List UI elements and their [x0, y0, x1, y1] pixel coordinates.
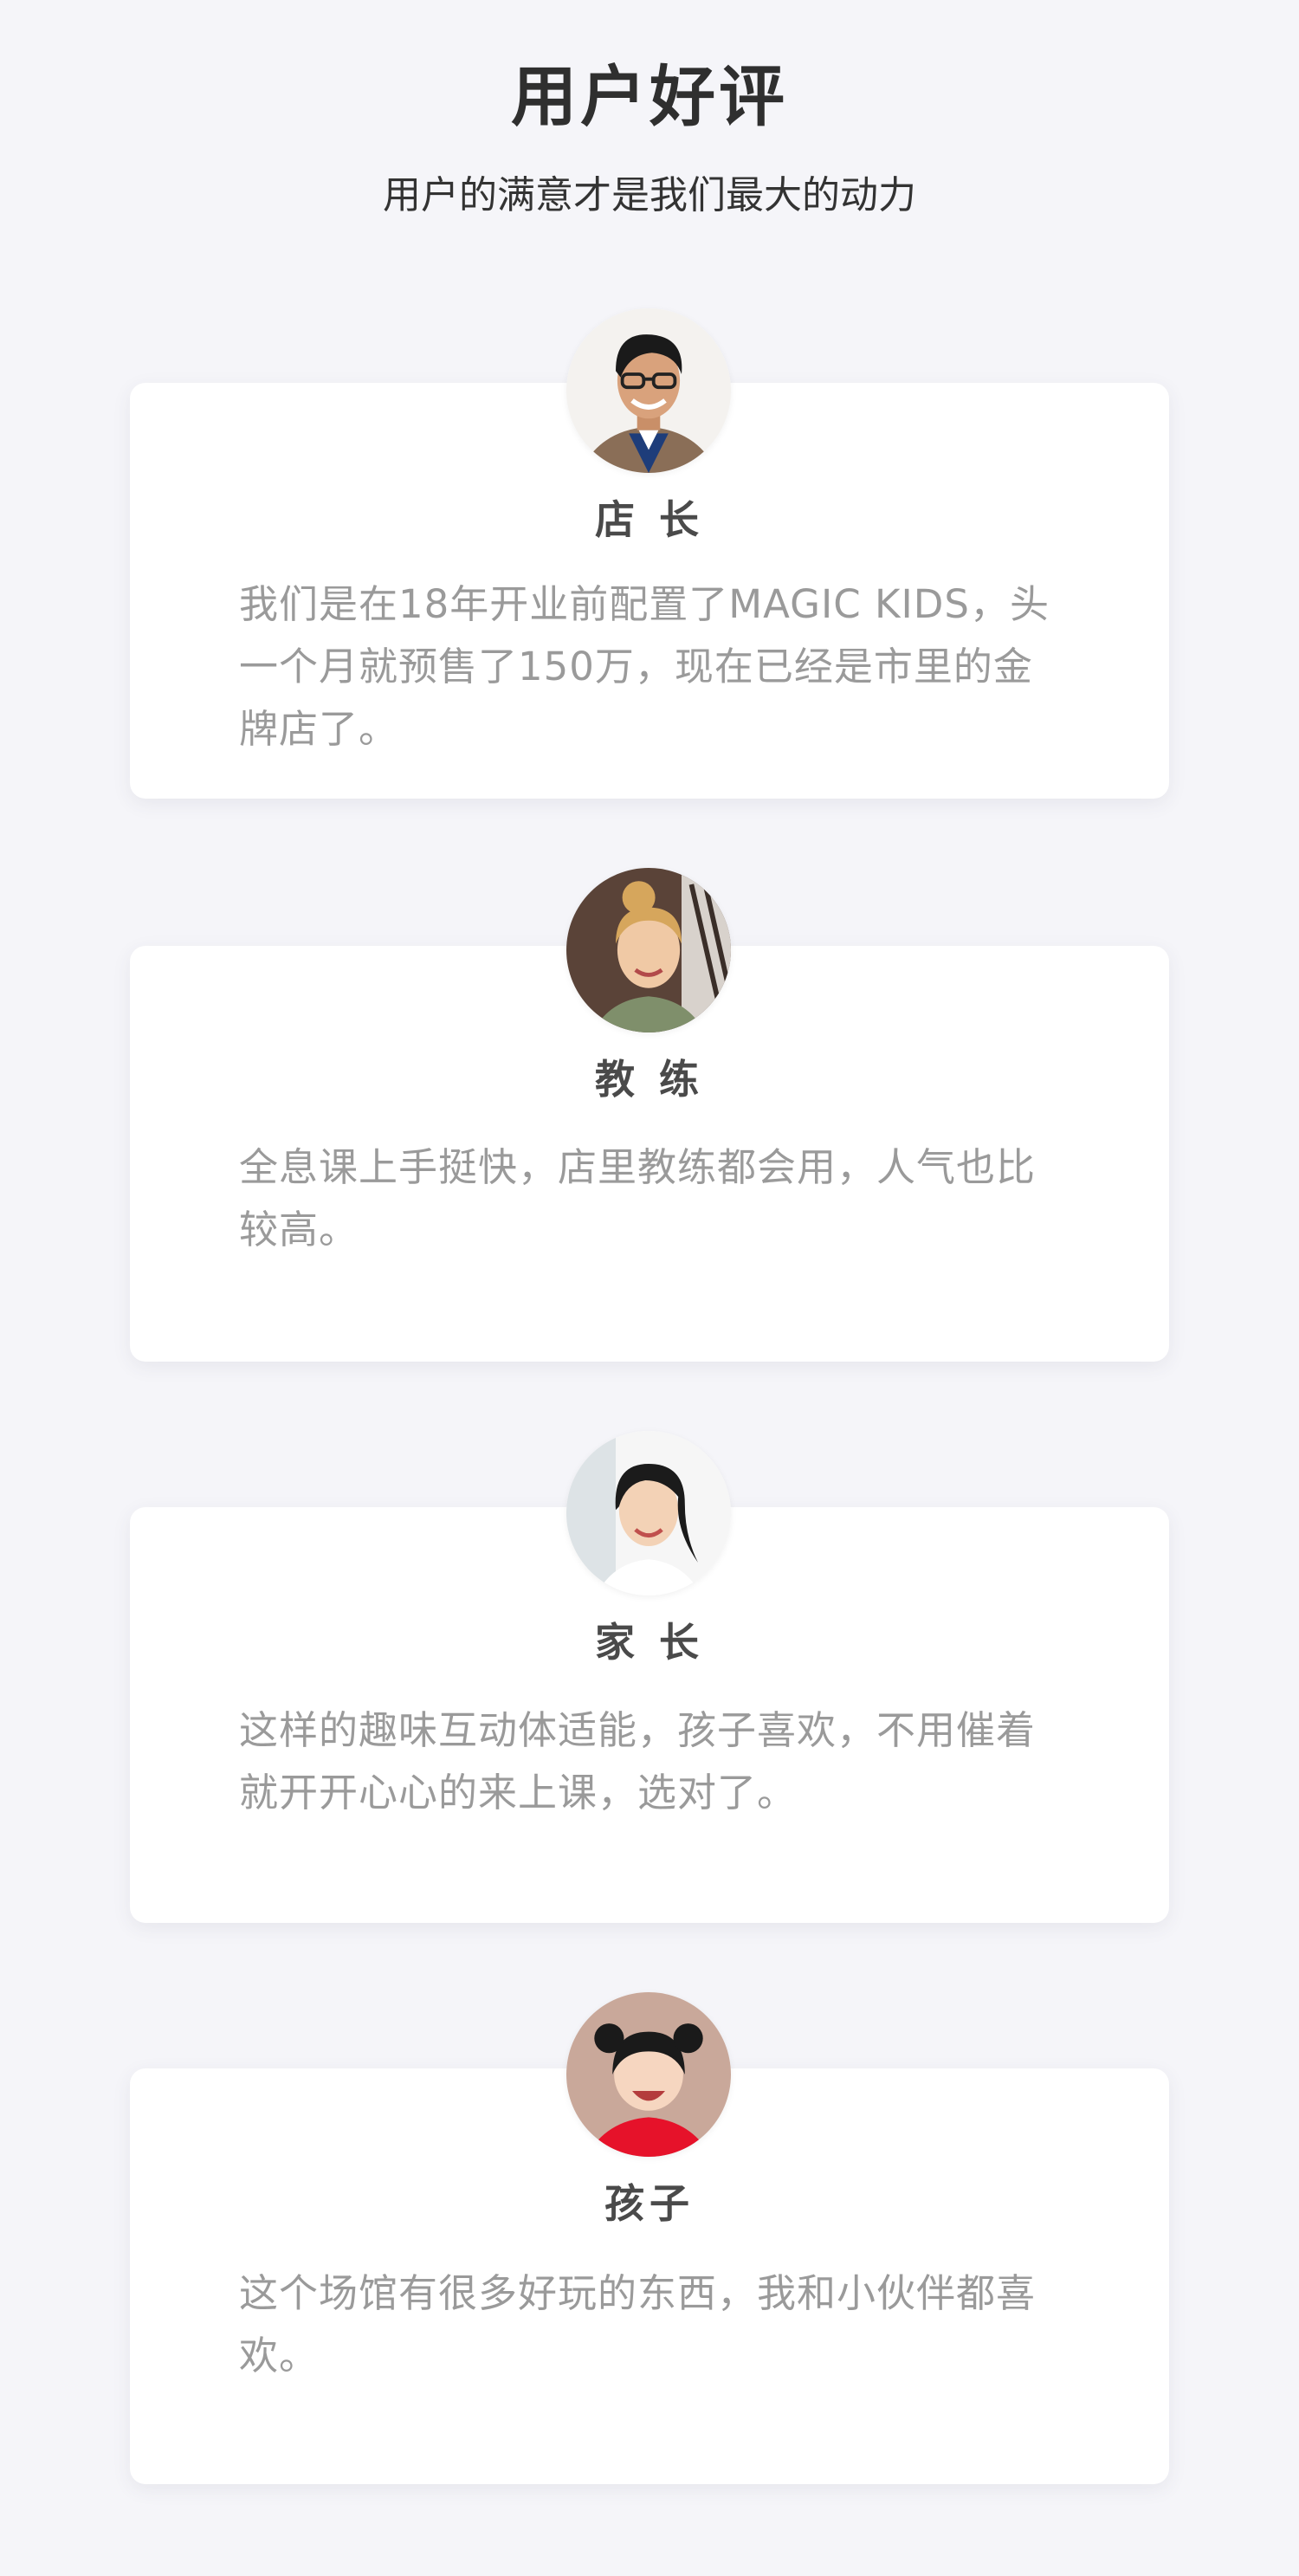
review-text: 我们是在18年开业前配置了MAGIC KIDS，头一个月就预售了150万，现在已…	[239, 581, 1050, 752]
page-subtitle: 用户的满意才是我们最大的动力	[383, 173, 916, 217]
store-manager-avatar-icon	[566, 308, 731, 473]
review-text: 这个场馆有很多好玩的东西，我和小伙伴都喜欢。	[239, 2270, 1037, 2379]
child-avatar-icon	[566, 1992, 731, 2157]
coach-avatar-icon	[566, 868, 731, 1032]
reviewer-role: 教 练	[594, 1056, 704, 1103]
reviewer-role: 孩子	[604, 2180, 695, 2227]
review-text: 这样的趣味互动体适能，孩子喜欢，不用催着就开开心心的来上课，选对了。	[239, 1707, 1037, 1815]
parent-avatar-icon	[566, 1431, 731, 1595]
page-title: 用户好评	[511, 58, 788, 135]
review-text: 全息课上手挺快，店里教练都会用，人气也比较高。	[239, 1144, 1037, 1252]
reviewer-role: 店 长	[594, 496, 704, 543]
reviewer-role: 家 长	[594, 1619, 704, 1666]
